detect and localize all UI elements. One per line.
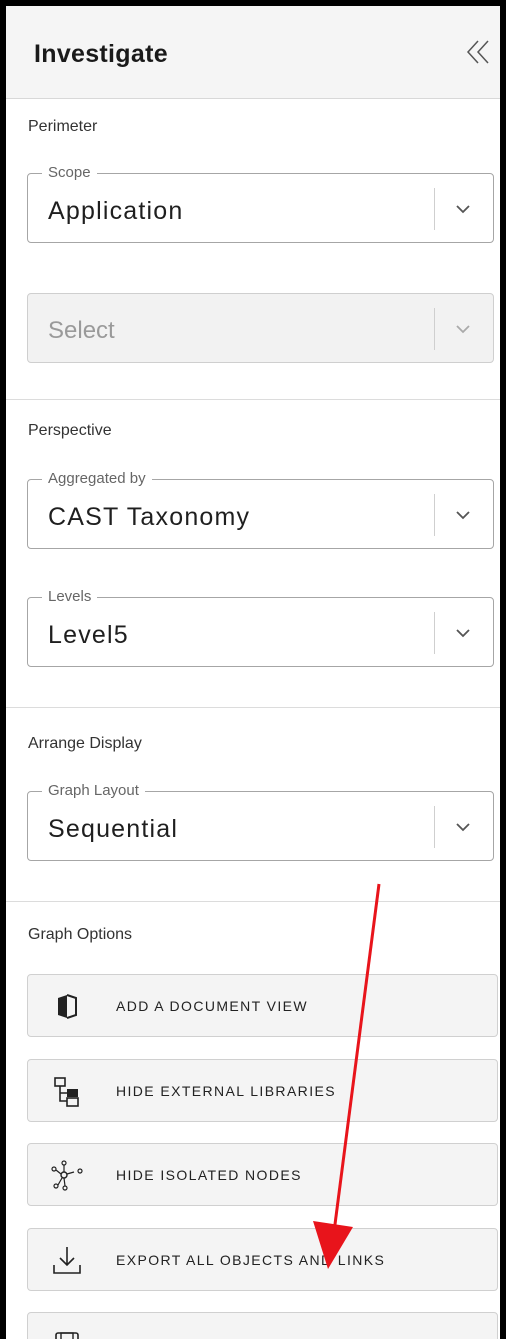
hierarchy-icon <box>54 1077 79 1107</box>
chevron-down-icon <box>456 823 470 832</box>
graph-layout-dropdown[interactable]: Graph Layout Sequential <box>27 782 494 861</box>
save-view-button[interactable] <box>27 1312 498 1339</box>
chevron-down-icon <box>456 629 470 638</box>
levels-legend: Levels <box>42 588 98 606</box>
graph-layout-legend: Graph Layout <box>42 782 145 800</box>
perspective-section-label: Perspective <box>28 422 112 439</box>
save-icon <box>55 1332 79 1339</box>
scope-legend: Scope <box>42 164 97 182</box>
hide-external-libraries-button[interactable]: HIDE EXTERNAL LIBRARIES <box>27 1059 498 1122</box>
select-placeholder: Select <box>48 317 115 344</box>
dropdown-separator <box>434 612 435 654</box>
chevron-down-icon <box>456 325 470 334</box>
levels-dropdown[interactable]: Levels Level5 <box>27 588 494 667</box>
aggregated-by-value: CAST Taxonomy <box>48 503 251 531</box>
dropdown-separator <box>434 494 435 536</box>
chevron-down-icon <box>456 205 470 214</box>
graph-options-section-label: Graph Options <box>28 926 133 943</box>
investigate-panel: Investigate Perimeter Scope Application … <box>0 0 506 1339</box>
perimeter-section-label: Perimeter <box>28 118 98 135</box>
add-document-view-button[interactable]: ADD A DOCUMENT VIEW <box>27 974 498 1037</box>
collapse-panel-button[interactable] <box>462 36 494 68</box>
dropdown-separator <box>434 308 435 350</box>
graph-layout-value: Sequential <box>48 815 179 843</box>
add-document-view-label: ADD A DOCUMENT VIEW <box>116 998 309 1014</box>
scope-dropdown[interactable]: Scope Application <box>27 164 494 243</box>
document-view-icon <box>58 994 77 1019</box>
aggregated-by-dropdown[interactable]: Aggregated by CAST Taxonomy <box>27 470 494 549</box>
double-chevron-left-icon <box>466 40 489 64</box>
export-all-objects-button[interactable]: EXPORT ALL OBJECTS AND LINKS <box>27 1228 498 1291</box>
arrange-display-section-label: Arrange Display <box>28 735 142 752</box>
chevron-down-icon <box>456 511 470 520</box>
export-all-objects-label: EXPORT ALL OBJECTS AND LINKS <box>116 1252 386 1268</box>
download-icon <box>53 1247 81 1274</box>
section-divider <box>6 399 500 400</box>
hide-isolated-nodes-label: HIDE ISOLATED NODES <box>116 1167 302 1183</box>
section-divider <box>6 901 500 902</box>
dropdown-separator <box>434 806 435 848</box>
panel-title: Investigate <box>34 40 168 68</box>
application-select-dropdown[interactable]: Select <box>27 293 494 363</box>
hide-isolated-nodes-button[interactable]: HIDE ISOLATED NODES <box>27 1143 498 1206</box>
levels-value: Level5 <box>48 621 129 649</box>
isolated-nodes-icon <box>51 1160 83 1191</box>
panel-header: Investigate <box>6 6 500 99</box>
hide-external-libraries-label: HIDE EXTERNAL LIBRARIES <box>116 1083 336 1099</box>
scope-value: Application <box>48 197 184 225</box>
aggregated-by-legend: Aggregated by <box>42 470 152 488</box>
section-divider <box>6 707 500 708</box>
dropdown-separator <box>434 188 435 230</box>
